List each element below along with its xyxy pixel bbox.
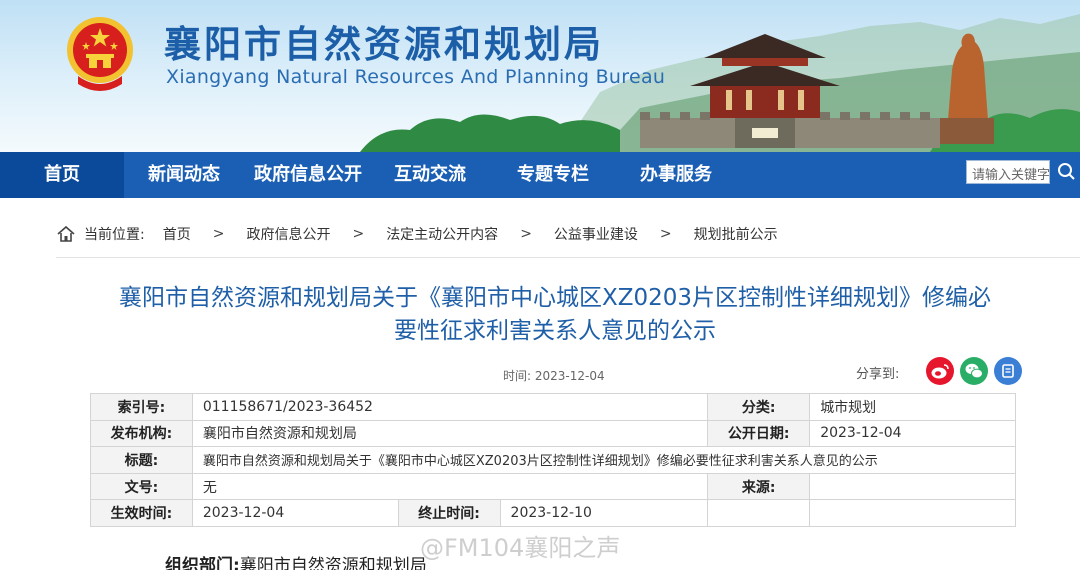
- site-title: 襄阳市自然资源和规划局: [164, 23, 604, 66]
- table-row: 发布机构: 襄阳市自然资源和规划局 公开日期: 2023-12-04: [90, 419, 1016, 448]
- home-icon: [57, 225, 75, 242]
- index-value: 011158671/2023-36452: [191, 393, 709, 421]
- end-value: 2023-12-10: [499, 499, 709, 527]
- wechat-icon: [965, 363, 983, 379]
- breadcrumb-separator: >: [212, 226, 225, 242]
- breadcrumb: 当前位置: 首页 > 政府信息公开 > 法定主动公开内容 > 公益事业建设 > …: [56, 222, 778, 246]
- effective-label: 生效时间:: [90, 499, 193, 527]
- wechat-share-button[interactable]: [960, 357, 988, 385]
- breadcrumb-home[interactable]: 首页: [163, 224, 191, 244]
- publish-time-value: 2023-12-04: [534, 369, 605, 383]
- nav-item-topics[interactable]: 专题专栏: [505, 152, 601, 198]
- organizer-line: 组织部门:襄阳市自然资源和规划局: [165, 551, 427, 570]
- nav-item-interaction[interactable]: 互动交流: [382, 152, 478, 198]
- breadcrumb-separator: >: [352, 226, 365, 242]
- breadcrumb-label: 当前位置:: [84, 227, 145, 243]
- breadcrumb-planning-notice[interactable]: 规划批前公示: [694, 224, 778, 244]
- doc-title-label: 标题:: [90, 446, 193, 474]
- docno-value: 无: [191, 472, 709, 501]
- breadcrumb-gov-info[interactable]: 政府信息公开: [246, 224, 330, 244]
- end-label: 终止时间:: [397, 499, 501, 527]
- organizer-value: 襄阳市自然资源和规划局: [239, 556, 427, 570]
- breadcrumb-separator: >: [659, 226, 672, 242]
- document-meta-table: 索引号: 011158671/2023-36452 分类: 城市规划 发布机构:…: [90, 393, 1017, 527]
- article-title-line-2: 要性征求利害关系人意见的公示: [394, 318, 716, 344]
- doc-title-value: 襄阳市自然资源和规划局关于《襄阳市中心城区XZ0203片区控制性详细规划》修编必…: [191, 446, 1017, 474]
- qzone-share-button[interactable]: [994, 357, 1022, 385]
- table-row: 文号: 无 来源:: [90, 472, 1016, 501]
- search-button[interactable]: [1052, 156, 1080, 188]
- table-row: 标题: 襄阳市自然资源和规划局关于《襄阳市中心城区XZ0203片区控制性详细规划…: [90, 446, 1017, 474]
- breadcrumb-statutory[interactable]: 法定主动公开内容: [386, 224, 498, 244]
- publisher-value: 襄阳市自然资源和规划局: [191, 419, 709, 448]
- national-emblem-icon: [67, 17, 133, 91]
- docno-label: 文号:: [90, 472, 193, 501]
- empty-cell: [809, 499, 1016, 527]
- nav-item-home[interactable]: 首页: [0, 152, 124, 198]
- article-title-line-1: 襄阳市自然资源和规划局关于《襄阳市中心城区XZ0203片区控制性详细规划》修编必: [118, 285, 992, 311]
- nav-item-gov-info[interactable]: 政府信息公开: [244, 152, 372, 198]
- source-value: [809, 472, 1016, 501]
- open-date-value: 2023-12-04: [809, 419, 1016, 448]
- breadcrumb-divider: [56, 257, 1080, 258]
- breadcrumb-separator: >: [520, 226, 532, 242]
- share-label: 分享到:: [856, 367, 900, 382]
- effective-value: 2023-12-04: [191, 499, 399, 527]
- publish-time: 时间: 2023-12-04: [503, 367, 605, 384]
- site-subtitle: Xiangyang Natural Resources And Planning…: [166, 66, 666, 88]
- header-banner: 襄阳市自然资源和规划局 Xiangyang Natural Resources …: [0, 0, 1080, 152]
- search-input[interactable]: 请输入关键字: [966, 160, 1050, 184]
- publisher-label: 发布机构:: [90, 419, 193, 448]
- category-label: 分类:: [707, 393, 811, 421]
- publish-time-label: 时间:: [503, 369, 532, 383]
- weibo-share-button[interactable]: [926, 357, 954, 385]
- source-label: 来源:: [707, 472, 811, 501]
- empty-cell: [707, 499, 811, 527]
- weibo-icon: [931, 364, 949, 379]
- main-nav: 首页 新闻动态 政府信息公开 互动交流 专题专栏 办事服务: [0, 152, 1080, 198]
- table-row: 生效时间: 2023-12-04 终止时间: 2023-12-10: [90, 499, 1016, 527]
- nav-item-news[interactable]: 新闻动态: [136, 152, 232, 198]
- organizer-label: 组织部门:: [165, 556, 240, 570]
- article-title: 襄阳市自然资源和规划局关于《襄阳市中心城区XZ0203片区控制性详细规划》修编必…: [80, 282, 1030, 348]
- share-doc-icon: [1002, 364, 1014, 378]
- index-label: 索引号:: [90, 393, 193, 421]
- open-date-label: 公开日期:: [707, 419, 811, 448]
- watermark: @FM104襄阳之声: [420, 534, 621, 562]
- breadcrumb-public-welfare[interactable]: 公益事业建设: [554, 224, 638, 244]
- category-value: 城市规划: [809, 393, 1016, 421]
- search-icon: [1058, 163, 1075, 180]
- table-row: 索引号: 011158671/2023-36452 分类: 城市规划: [90, 393, 1016, 421]
- nav-item-services[interactable]: 办事服务: [628, 152, 724, 198]
